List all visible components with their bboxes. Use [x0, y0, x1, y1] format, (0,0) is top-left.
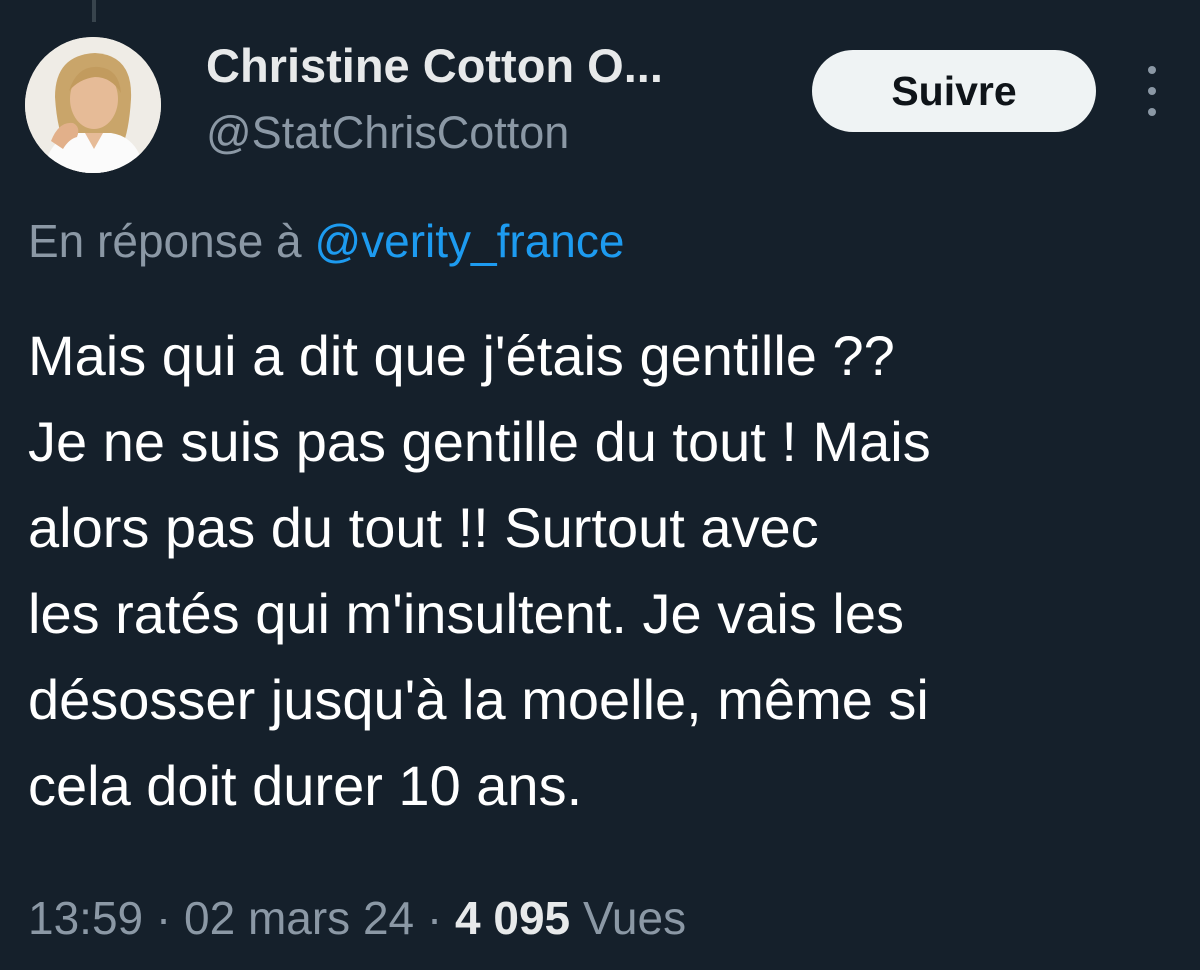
- more-vertical-icon[interactable]: [1137, 66, 1167, 116]
- tweet-date[interactable]: 02 mars 24: [184, 892, 414, 944]
- tweet-time[interactable]: 13:59: [28, 892, 143, 944]
- more-dot: [1148, 87, 1156, 95]
- views-count[interactable]: 4 095: [455, 892, 570, 944]
- meta-separator: ·: [414, 892, 456, 944]
- tweet-line: alors pas du tout !! Surtout avec: [28, 496, 819, 559]
- avatar[interactable]: [25, 37, 161, 173]
- tweet-line: cela doit durer 10 ans.: [28, 754, 583, 817]
- author-display-name[interactable]: Christine Cotton O...: [206, 38, 663, 94]
- views-label: Vues: [582, 892, 687, 944]
- tweet-line: les ratés qui m'insultent. Je vais les: [28, 582, 904, 645]
- tweet-line: désosser jusqu'à la moelle, même si: [28, 668, 929, 731]
- tweet-text: Mais qui a dit que j'étais gentille ?? J…: [28, 313, 1178, 829]
- tweet-line: Mais qui a dit que j'étais gentille ??: [28, 324, 895, 387]
- reply-context: En réponse à @verity_france: [28, 214, 624, 269]
- tweet-line: Je ne suis pas gentille du tout ! Mais: [28, 410, 931, 473]
- reply-mention-link[interactable]: @verity_france: [314, 215, 624, 267]
- more-dot: [1148, 66, 1156, 74]
- more-dot: [1148, 108, 1156, 116]
- reply-prefix: En réponse à: [28, 215, 302, 267]
- avatar-photo: [25, 37, 161, 173]
- follow-button[interactable]: Suivre: [812, 50, 1096, 132]
- author-handle[interactable]: @StatChrisCotton: [206, 106, 569, 160]
- meta-separator: ·: [143, 892, 185, 944]
- thread-connector-line: [92, 0, 96, 22]
- tweet-metadata: 13:59 · 02 mars 24 · 4 095 Vues: [28, 891, 686, 946]
